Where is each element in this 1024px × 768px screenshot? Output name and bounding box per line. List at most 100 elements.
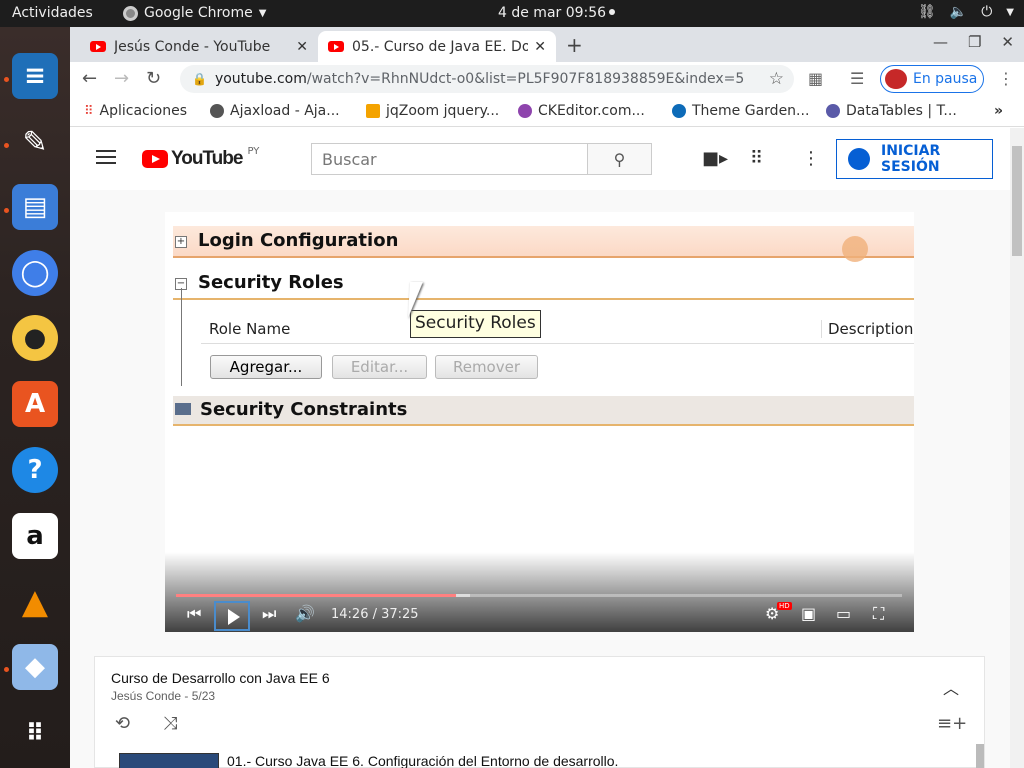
running-indicator bbox=[4, 143, 9, 148]
virtualbox-icon[interactable]: ◆ bbox=[12, 644, 58, 690]
app-menu[interactable]: Google Chrome ▼ bbox=[123, 5, 266, 21]
bookmark-ckeditor[interactable]: CKEditor.com... bbox=[518, 103, 645, 119]
system-top-bar: Actividades Google Chrome ▼ 4 de mar 09:… bbox=[0, 0, 1024, 27]
video-login-configuration: Login Configuration bbox=[173, 226, 914, 258]
bookmark-label: CKEditor.com... bbox=[538, 103, 645, 119]
dock: ≡ ✎ ▤ ◯ ● A ? a ▲ ◆ ⠿ bbox=[0, 27, 70, 768]
playlist-panel: Curso de Desarrollo con Java EE 6 Jesús … bbox=[94, 656, 985, 768]
help-icon[interactable]: ? bbox=[12, 447, 58, 493]
playlist-title[interactable]: Curso de Desarrollo con Java EE 6 bbox=[111, 670, 330, 686]
bookmark-theme-garden[interactable]: Theme Garden... bbox=[672, 103, 809, 119]
minimize-icon[interactable]: — bbox=[933, 33, 948, 51]
bookmark-ajaxload[interactable]: Ajaxload - Aja... bbox=[210, 103, 340, 119]
profile-button[interactable]: En pausa bbox=[880, 65, 984, 93]
apps-grid-icon[interactable]: ⠿ bbox=[12, 710, 58, 756]
apps-grid-icon[interactable]: ⠿ bbox=[750, 148, 763, 169]
tab-curso-java[interactable]: 05.- Curso de Java EE. Dom ✕ bbox=[318, 31, 556, 62]
system-tray[interactable]: ⛓ 🔈 ⏻ ▼ bbox=[918, 4, 1014, 20]
playlist-item-thumbnail[interactable] bbox=[119, 753, 219, 768]
fullscreen-icon[interactable]: ⛶ bbox=[873, 604, 884, 624]
forward-icon[interactable]: → bbox=[114, 68, 129, 89]
lock-icon[interactable]: 🔒 bbox=[192, 72, 207, 86]
tree-line bbox=[181, 288, 182, 386]
play-button[interactable] bbox=[214, 601, 250, 631]
search-input[interactable]: Buscar bbox=[311, 143, 588, 175]
restore-icon[interactable]: ❐ bbox=[968, 33, 981, 51]
bookmark-star-icon[interactable]: ☆ bbox=[769, 69, 784, 89]
playlist-subtitle: Jesús Conde - 5/23 bbox=[111, 689, 216, 703]
address-bar[interactable]: 🔒 youtube.com/watch?v=RhnNUdct-o0&list=P… bbox=[180, 65, 794, 93]
app-menu-label: Google Chrome bbox=[144, 5, 253, 21]
playlist-item-title[interactable]: 01.- Curso Java EE 6. Configuración del … bbox=[227, 753, 618, 768]
mouse-cursor-icon bbox=[408, 282, 423, 318]
video-security-roles: Security Roles bbox=[173, 268, 914, 300]
volume-icon: 🔈 bbox=[949, 4, 968, 20]
user-icon bbox=[848, 148, 870, 170]
video-tooltip: Security Roles bbox=[410, 310, 541, 338]
miniplayer-icon[interactable]: ▣ bbox=[801, 604, 816, 623]
bookmark-datatables[interactable]: DataTables | T... bbox=[826, 103, 957, 119]
close-window-icon[interactable]: ✕ bbox=[1001, 33, 1014, 51]
caret-down-icon: ▼ bbox=[258, 7, 267, 19]
close-icon[interactable]: ✕ bbox=[534, 39, 546, 55]
drupal-icon bbox=[672, 104, 686, 118]
create-video-icon[interactable]: ■▸ bbox=[702, 148, 728, 169]
youtube-logo[interactable]: YouTube PY bbox=[142, 145, 260, 170]
settings-menu-icon[interactable]: ⋮ bbox=[802, 148, 820, 169]
page-scrollbar[interactable] bbox=[1010, 128, 1024, 768]
running-indicator bbox=[4, 77, 9, 82]
more-bookmarks-icon[interactable]: » bbox=[994, 103, 1003, 119]
network-icon: ⛓ bbox=[918, 4, 936, 20]
new-tab-icon[interactable]: + bbox=[566, 33, 583, 57]
vlc-icon[interactable]: ▲ bbox=[12, 579, 58, 625]
hd-badge: HD bbox=[777, 602, 792, 610]
column-role-name: Role Name bbox=[209, 320, 291, 338]
media-controls-icon[interactable]: ☰ bbox=[850, 69, 864, 88]
youtube-favicon-icon bbox=[90, 41, 106, 52]
progress-bar[interactable] bbox=[176, 594, 902, 597]
chevron-up-icon[interactable]: ︿ bbox=[943, 675, 959, 699]
back-icon[interactable]: ← bbox=[82, 68, 97, 89]
reload-icon[interactable]: ↻ bbox=[146, 68, 161, 89]
rhythmbox-icon[interactable]: ● bbox=[12, 315, 58, 361]
profile-status: En pausa bbox=[913, 71, 978, 87]
video-add-button: Agregar... bbox=[210, 355, 322, 379]
country-code: PY bbox=[247, 145, 260, 157]
extension-icon[interactable]: ▦ bbox=[808, 69, 823, 88]
youtube-favicon-icon bbox=[328, 41, 344, 52]
column-description: Description bbox=[821, 320, 913, 338]
playlist-scrollbar[interactable] bbox=[976, 744, 984, 768]
software-icon[interactable]: A bbox=[12, 381, 58, 427]
loop-icon[interactable]: ⟲ bbox=[115, 713, 130, 734]
bookmark-jqzoom[interactable]: jqZoom jquery... bbox=[366, 103, 499, 119]
jq-icon bbox=[366, 104, 380, 118]
buffered-bar bbox=[176, 594, 470, 597]
previous-icon[interactable]: ⏮ bbox=[187, 604, 201, 624]
sign-in-button[interactable]: INICIAR SESIÓN bbox=[836, 139, 993, 179]
apps-grid-icon: ⠿ bbox=[84, 103, 94, 119]
bookmarks-bar: ⠿ Aplicaciones Ajaxload - Aja... jqZoom j… bbox=[70, 96, 1024, 127]
clock[interactable]: 4 de mar 09:56 bbox=[498, 5, 616, 21]
chromium-icon[interactable]: ◯ bbox=[12, 250, 58, 296]
video-player[interactable]: Login Configuration + Security Roles − R… bbox=[165, 212, 914, 632]
tab-jesus-conde[interactable]: Jesús Conde - YouTube ✕ bbox=[80, 31, 318, 62]
activities-button[interactable]: Actividades bbox=[12, 5, 93, 21]
theater-mode-icon[interactable]: ▭ bbox=[836, 604, 851, 623]
video-controls: ⏮ ⏭ 🔊 14:26 / 37:25 ⚙ HD ▣ ▭ ⛶ bbox=[165, 552, 914, 632]
volume-icon[interactable]: 🔊 bbox=[295, 604, 315, 623]
files-icon[interactable]: ▤ bbox=[12, 184, 58, 230]
bookmark-apps[interactable]: ⠿ Aplicaciones bbox=[84, 103, 187, 119]
draw-icon[interactable]: ✎ bbox=[12, 119, 58, 165]
chrome-menu-icon[interactable]: ⋮ bbox=[998, 69, 1014, 88]
bookmark-label: DataTables | T... bbox=[846, 103, 957, 119]
search-button[interactable]: ⚲ bbox=[587, 143, 652, 175]
scrollbar-thumb[interactable] bbox=[1012, 146, 1022, 256]
save-playlist-icon[interactable]: ≡+ bbox=[937, 713, 967, 734]
shuffle-icon[interactable]: ⤨ bbox=[163, 713, 177, 734]
amazon-icon[interactable]: a bbox=[12, 513, 58, 559]
youtube-header: YouTube PY Buscar ⚲ ■▸ ⠿ ⋮ INICIAR SESIÓ… bbox=[70, 128, 1010, 190]
writer-icon[interactable]: ≡ bbox=[12, 53, 58, 99]
menu-icon[interactable] bbox=[96, 150, 116, 164]
close-icon[interactable]: ✕ bbox=[296, 39, 308, 55]
next-icon[interactable]: ⏭ bbox=[262, 604, 276, 624]
